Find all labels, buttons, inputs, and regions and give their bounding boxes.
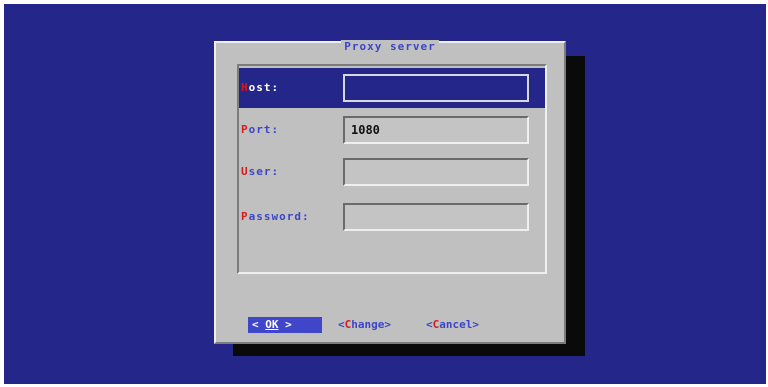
password-label: Password:: [241, 210, 310, 223]
cancel-button[interactable]: <Cancel>: [426, 317, 479, 333]
port-label: Port:: [241, 123, 279, 136]
host-label: Host:: [241, 81, 279, 94]
password-row[interactable]: Password:: [239, 197, 545, 237]
button-bar: < OK > <Change> <Cancel>: [244, 317, 544, 333]
user-label: User:: [241, 165, 279, 178]
form-panel: Host: Port: 1080 User: Password:: [237, 64, 547, 274]
user-label-text: ser:: [248, 165, 280, 178]
change-button-right: hange>: [351, 318, 391, 331]
dialog-title: Proxy server: [216, 40, 564, 53]
port-row[interactable]: Port: 1080: [239, 110, 545, 150]
ok-button-left: <: [252, 318, 266, 331]
ok-button-label: OK: [265, 318, 279, 331]
ok-button[interactable]: < OK >: [248, 317, 322, 333]
user-row[interactable]: User:: [239, 152, 545, 192]
host-row[interactable]: Host:: [239, 68, 545, 108]
host-label-text: ost:: [248, 81, 280, 94]
password-label-text: assword:: [248, 210, 310, 223]
cancel-button-right: ancel>: [439, 318, 479, 331]
user-label-hotkey: U: [241, 165, 249, 178]
user-input[interactable]: [343, 158, 529, 186]
dialog-title-text: Proxy server: [341, 40, 439, 53]
port-label-hotkey: P: [241, 123, 249, 136]
port-label-text: ort:: [248, 123, 280, 136]
change-button[interactable]: <Change>: [338, 317, 391, 333]
cancel-button-left: <: [426, 318, 433, 331]
host-label-hotkey: H: [241, 81, 249, 94]
password-label-hotkey: P: [241, 210, 249, 223]
port-input[interactable]: 1080: [343, 116, 529, 144]
change-button-left: <: [338, 318, 345, 331]
password-input[interactable]: [343, 203, 529, 231]
proxy-server-dialog: Proxy server Host: Port: 1080 User: Pass…: [214, 40, 566, 344]
ok-button-right: >: [278, 318, 292, 331]
host-input[interactable]: [343, 74, 529, 102]
